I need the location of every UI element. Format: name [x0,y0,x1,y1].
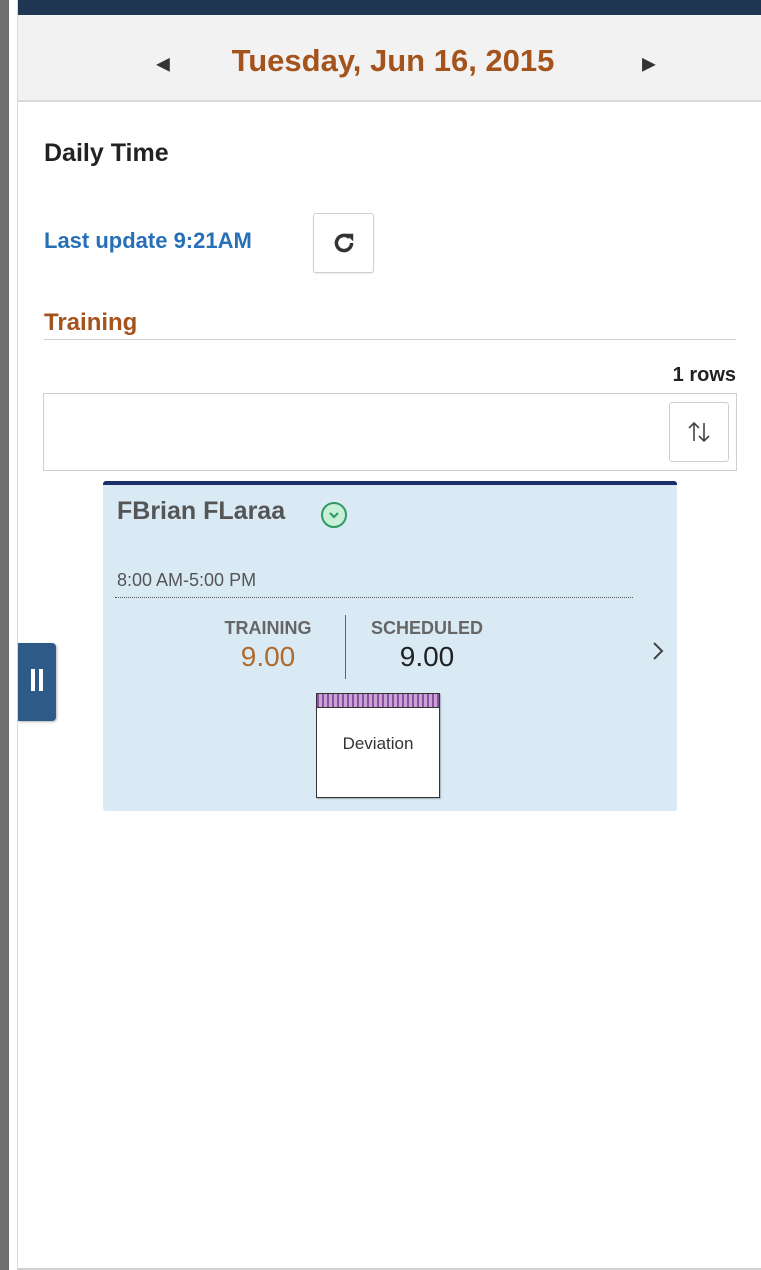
current-date: Tuesday, Jun 16, 2015 [231,43,555,78]
section-divider [44,339,736,340]
top-banner-bar [18,0,761,15]
scheduled-label: SCHEDULED [370,618,483,638]
chevron-down-circle-icon[interactable] [321,502,347,528]
date-navigation-header: ◀ Tuesday, Jun 16, 2015 ▶ [18,15,761,102]
refresh-button[interactable] [313,213,374,273]
deviation-button[interactable]: Deviation [316,693,440,798]
dotted-separator [115,597,633,598]
sort-icon [688,421,710,443]
side-pause-tab[interactable] [18,643,56,721]
left-window-edge [0,0,9,1270]
row-count: 1 rows [672,364,736,386]
scheduled-hours: 9.00 [399,641,455,672]
triangle-right-icon[interactable]: ▶ [642,54,656,75]
column-divider [345,615,346,679]
training-hours: 9.00 [240,641,296,672]
scheduled-column: SCHEDULED 9.00 [355,618,499,673]
grid-toolbar [43,393,737,471]
last-update-link[interactable]: Last update 9:21AM [44,228,252,254]
training-column: TRAINING 9.00 [203,618,333,673]
refresh-icon [334,233,353,253]
sort-button[interactable] [669,402,729,462]
section-title: Training [44,309,138,336]
employee-time-card[interactable]: FBrian FLaraa 8:00 AM-5:00 PM TRAINING 9… [103,481,677,811]
shift-time-range: 8:00 AM-5:00 PM [117,570,257,590]
training-label: TRAINING [224,618,312,638]
deviation-label: Deviation [342,734,414,753]
left-panel-gutter [9,0,18,1270]
page-title: Daily Time [44,139,169,167]
chevron-right-icon[interactable] [651,640,665,662]
pause-icon [29,668,45,696]
employee-name: FBrian FLaraa [117,497,286,525]
deviation-pattern-strip [317,694,439,708]
